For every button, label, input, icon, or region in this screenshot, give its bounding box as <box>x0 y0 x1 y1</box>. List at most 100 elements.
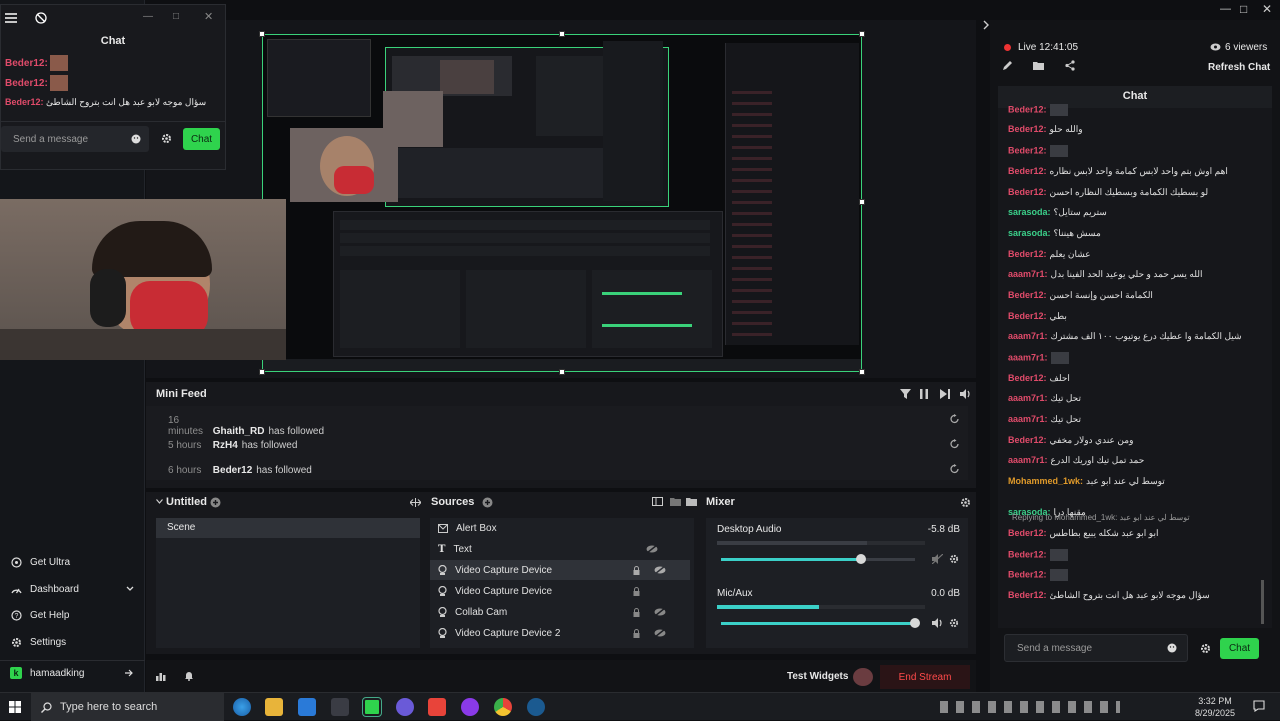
lock-icon[interactable] <box>633 607 640 617</box>
chat-username[interactable]: aaam7r1: <box>1008 393 1048 403</box>
steam-icon[interactable] <box>527 698 545 716</box>
scene-collection-title[interactable]: Untitled <box>166 496 207 508</box>
chat-settings-icon[interactable] <box>1200 643 1211 654</box>
chat-username[interactable]: aaam7r1: <box>1008 269 1048 279</box>
chrome-icon[interactable] <box>494 698 512 716</box>
minimize-icon[interactable]: — <box>143 11 153 22</box>
source-item-collab-cam[interactable]: Collab Cam <box>430 602 690 622</box>
volume-icon[interactable] <box>960 389 971 399</box>
chat-username[interactable]: Beder12: <box>1008 528 1047 538</box>
folder-add-icon[interactable] <box>670 497 681 506</box>
chat-username[interactable]: Beder12: <box>1008 187 1047 197</box>
transition-icon[interactable] <box>410 498 421 507</box>
logout-icon[interactable] <box>124 668 134 678</box>
chat-username[interactable]: Beder12: <box>1008 145 1047 155</box>
app-icon[interactable] <box>461 698 479 716</box>
chat-scrollbar[interactable] <box>1261 580 1264 624</box>
collapse-chevron-icon[interactable] <box>982 20 990 30</box>
edge-browser-icon[interactable] <box>233 698 251 716</box>
sidebar-item-dashboard[interactable]: Dashboard <box>10 583 134 595</box>
source-item-alert-box[interactable]: Alert Box <box>430 518 690 538</box>
store-icon[interactable] <box>331 698 349 716</box>
mixer-settings-icon[interactable] <box>960 497 971 508</box>
test-widgets-button[interactable]: Test Widgets <box>787 671 848 682</box>
emoji-icon[interactable] <box>1167 643 1177 653</box>
visibility-hidden-icon[interactable] <box>646 545 658 553</box>
file-explorer-icon[interactable] <box>265 698 283 716</box>
channel-settings-icon[interactable] <box>949 618 959 628</box>
replay-icon[interactable] <box>950 439 960 449</box>
chat-username[interactable]: Beder12: <box>1008 249 1047 259</box>
skip-icon[interactable] <box>940 389 950 399</box>
edit-icon[interactable] <box>1002 60 1013 71</box>
menu-icon[interactable] <box>5 13 17 23</box>
chat-username[interactable]: Beder12: <box>1008 290 1047 300</box>
chat-username[interactable]: Beder12: <box>1008 549 1047 559</box>
mail-icon[interactable] <box>298 698 316 716</box>
visibility-hidden-icon[interactable] <box>654 629 666 637</box>
system-tray-icons[interactable] <box>940 701 1120 713</box>
chat-username[interactable]: Beder12: <box>1008 435 1047 445</box>
taskbar-search[interactable]: Type here to search <box>31 693 224 721</box>
emoji-icon[interactable] <box>131 134 141 144</box>
notifications-icon[interactable] <box>1253 700 1265 712</box>
source-item-video-capture[interactable]: Video Capture Device <box>430 560 690 580</box>
stats-icon[interactable] <box>156 671 166 681</box>
chat-input[interactable]: Send a message <box>1004 634 1188 662</box>
add-source-icon[interactable] <box>482 497 493 508</box>
add-scene-icon[interactable] <box>210 497 221 508</box>
folder-icon[interactable] <box>1033 61 1044 70</box>
chat-username[interactable]: Beder12: <box>1008 311 1047 321</box>
filter-icon[interactable] <box>900 389 911 399</box>
sidebar-item-get-help[interactable]: ? Get Help <box>10 609 69 621</box>
minimize-icon[interactable]: — <box>1220 3 1231 15</box>
notification-bell-icon[interactable] <box>184 671 194 681</box>
volume-slider[interactable] <box>721 618 920 628</box>
chat-username[interactable]: Beder12: <box>1008 569 1047 579</box>
group-icon[interactable] <box>686 497 697 506</box>
speaker-icon[interactable] <box>932 618 943 628</box>
chat-username[interactable]: sarasoda: <box>1008 228 1051 238</box>
discord-icon[interactable] <box>396 698 414 716</box>
close-icon[interactable]: ✕ <box>1262 2 1272 16</box>
lock-icon[interactable] <box>633 586 640 596</box>
brave-browser-icon[interactable] <box>428 698 446 716</box>
sidebar-item-get-ultra[interactable]: Get Ultra <box>10 556 70 568</box>
refresh-chat-button[interactable]: Refresh Chat <box>1208 62 1270 73</box>
chat-username[interactable]: aaam7r1: <box>1008 455 1048 465</box>
chat-send-button[interactable]: Chat <box>1220 638 1259 659</box>
chat-username[interactable]: aaam7r1: <box>1008 352 1048 362</box>
source-item-video-capture[interactable]: Video Capture Device <box>430 581 690 601</box>
slider-knob[interactable] <box>910 618 920 628</box>
lock-icon[interactable] <box>633 628 640 638</box>
maximize-icon[interactable]: □ <box>173 11 179 22</box>
channel-settings-icon[interactable] <box>949 554 959 564</box>
replay-icon[interactable] <box>950 414 960 424</box>
no-disturb-icon[interactable] <box>35 12 47 24</box>
scene-item[interactable]: Scene <box>156 518 420 538</box>
chat-username[interactable]: Beder12: <box>1008 104 1047 114</box>
sidebar-item-settings[interactable]: Settings <box>10 636 66 648</box>
visibility-hidden-icon[interactable] <box>654 608 666 616</box>
chat-settings-icon[interactable] <box>161 133 172 144</box>
close-icon[interactable]: ✕ <box>204 10 213 23</box>
source-item-text[interactable]: T Text <box>430 539 690 559</box>
rec-button[interactable] <box>853 668 873 686</box>
slider-knob[interactable] <box>855 554 866 564</box>
user-account[interactable]: k hamaadking <box>10 667 134 679</box>
chat-username[interactable]: Mohammed_1wk: <box>1008 476 1083 486</box>
streamlabs-icon[interactable] <box>362 697 382 717</box>
chat-username[interactable]: Beder12: <box>1008 590 1047 600</box>
pause-icon[interactable] <box>920 389 928 399</box>
visibility-hidden-icon[interactable] <box>654 566 666 574</box>
volume-slider[interactable] <box>721 554 915 564</box>
mute-icon[interactable] <box>932 554 943 564</box>
maximize-icon[interactable]: □ <box>1240 2 1247 16</box>
chat-send-button[interactable]: Chat <box>183 128 220 150</box>
share-icon[interactable] <box>1065 60 1075 71</box>
chat-username[interactable]: aaam7r1: <box>1008 331 1048 341</box>
chat-username[interactable]: Beder12: <box>1008 124 1047 134</box>
lock-icon[interactable] <box>633 565 640 575</box>
chat-popup-input[interactable]: Send a message <box>1 126 149 152</box>
replay-icon[interactable] <box>950 464 960 474</box>
